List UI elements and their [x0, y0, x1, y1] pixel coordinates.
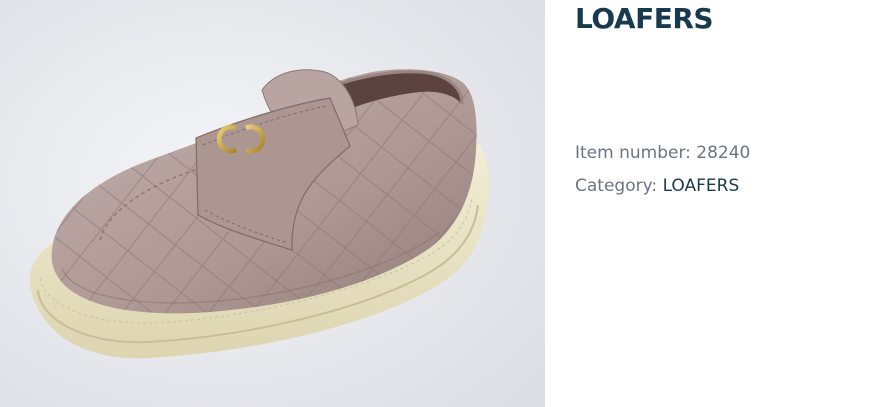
category-link[interactable]: LOAFERS: [663, 176, 740, 196]
product-image[interactable]: [0, 0, 545, 407]
product-title: LOAFERS: [575, 2, 714, 35]
category-line: Category: LOAFERS: [575, 175, 739, 197]
item-number-label: Item number:: [575, 143, 697, 163]
category-label: Category:: [575, 176, 663, 196]
item-number-line: Item number: 28240: [575, 142, 750, 164]
product-details: LOAFERS Item number: 28240 Category: LOA…: [575, 0, 865, 407]
loafer-shoe-illustration: [0, 0, 545, 407]
item-number-value: 28240: [696, 143, 751, 163]
